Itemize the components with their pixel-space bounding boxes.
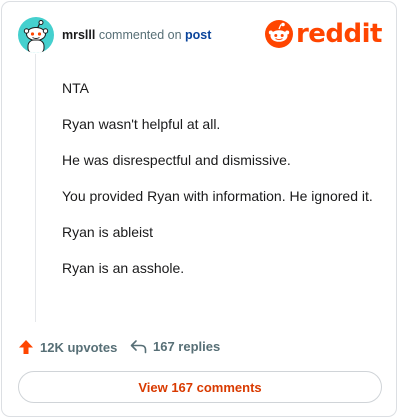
post-link[interactable]: post (185, 28, 211, 42)
comment-paragraph: He was disrespectful and dismissive. (62, 152, 291, 168)
comment-actions: 12K upvotes 167 replies (18, 339, 380, 359)
upvote-count: 12K upvotes (40, 339, 118, 355)
comment-header: mrslll commented on post reddit (18, 17, 383, 53)
reddit-logo[interactable]: reddit (264, 18, 383, 50)
upvote-button[interactable]: 12K upvotes (18, 339, 117, 355)
snoo-avatar-icon (23, 20, 49, 53)
reddit-wordmark: reddit (295, 19, 383, 49)
comment-paragraph: Ryan is an asshole. (62, 260, 185, 276)
thread-line (35, 54, 36, 322)
comment-paragraph: Ryan wasn't helpful at all. (62, 116, 221, 132)
comment-meta: mrslll commented on post (62, 28, 211, 42)
comment-card: mrslll commented on post reddit NTA Ryan… (1, 1, 397, 417)
replies-count: 167 replies (153, 339, 221, 354)
comment-paragraph: Ryan is ableist (62, 224, 154, 240)
reddit-snoo-icon (264, 20, 293, 48)
reply-arrow-icon (130, 340, 147, 354)
avatar[interactable] (18, 17, 54, 53)
action-text: commented on (98, 28, 182, 42)
replies-button[interactable]: 167 replies (130, 339, 220, 354)
comment-paragraph: NTA (62, 80, 89, 96)
comment-paragraph: You provided Ryan with information. He i… (62, 188, 373, 204)
view-comments-button[interactable]: View 167 comments (18, 371, 382, 403)
username-link[interactable]: mrslll (62, 28, 95, 42)
upvote-arrow-icon (19, 340, 33, 354)
comment-body: NTA Ryan wasn't helpful at all. He was d… (62, 78, 382, 294)
